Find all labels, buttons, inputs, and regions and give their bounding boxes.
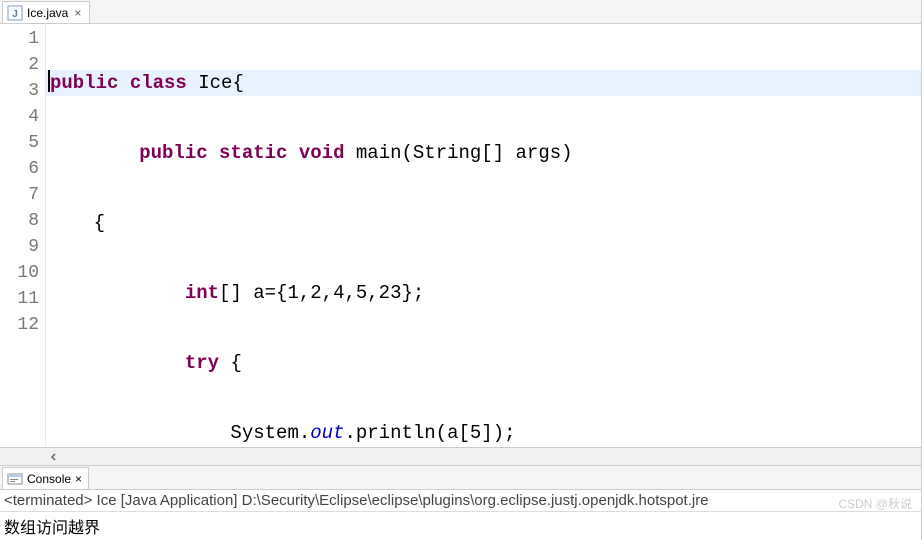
console-panel: <terminated> Ice [Java Application] D:\S… — [0, 490, 921, 540]
console-icon — [7, 471, 23, 487]
close-icon[interactable]: × — [72, 6, 83, 20]
line-number: 2 — [0, 52, 45, 78]
line-number: 5 — [0, 130, 45, 156]
code-line[interactable]: public static void main(String[] args) — [46, 140, 921, 166]
console-tab-label: Console — [27, 472, 71, 486]
line-number-gutter: 1 2 3 4 5 6 7 8 9 10 11 12 — [0, 24, 46, 447]
line-number: 7 — [0, 182, 45, 208]
line-number: 11 — [0, 286, 45, 312]
code-line[interactable]: int[] a={1,2,4,5,23}; — [46, 280, 921, 306]
close-icon[interactable]: × — [75, 472, 82, 486]
line-number: 4 — [0, 104, 45, 130]
line-number: 8 — [0, 208, 45, 234]
horizontal-scrollbar[interactable] — [0, 448, 921, 466]
console-tab-bar: Console × — [0, 466, 921, 490]
java-file-icon: J — [7, 5, 23, 21]
code-area[interactable]: public class Ice{ public static void mai… — [46, 24, 921, 447]
console-status: <terminated> Ice [Java Application] D:\S… — [0, 490, 921, 512]
line-number: 9 — [0, 234, 45, 260]
code-line[interactable]: System.out.println(a[5]); — [46, 420, 921, 446]
console-tab[interactable]: Console × — [2, 467, 89, 489]
editor-tab[interactable]: J Ice.java × — [2, 1, 90, 23]
code-line[interactable]: try { — [46, 350, 921, 376]
svg-text:J: J — [12, 9, 18, 20]
line-number: 12 — [0, 312, 45, 338]
line-number: 3 — [0, 78, 45, 104]
line-number: 6 — [0, 156, 45, 182]
line-number: 1 — [0, 26, 45, 52]
scroll-left-icon[interactable] — [46, 450, 62, 464]
editor-tab-label: Ice.java — [27, 6, 68, 20]
line-number: 10 — [0, 260, 45, 286]
code-line[interactable]: { — [46, 210, 921, 236]
console-output[interactable]: 数组访问越界 — [0, 512, 921, 540]
code-line[interactable]: public class Ice{ — [46, 70, 921, 96]
editor-tab-bar: J Ice.java × — [0, 0, 921, 24]
code-editor[interactable]: 1 2 3 4 5 6 7 8 9 10 11 12 public class … — [0, 24, 921, 448]
